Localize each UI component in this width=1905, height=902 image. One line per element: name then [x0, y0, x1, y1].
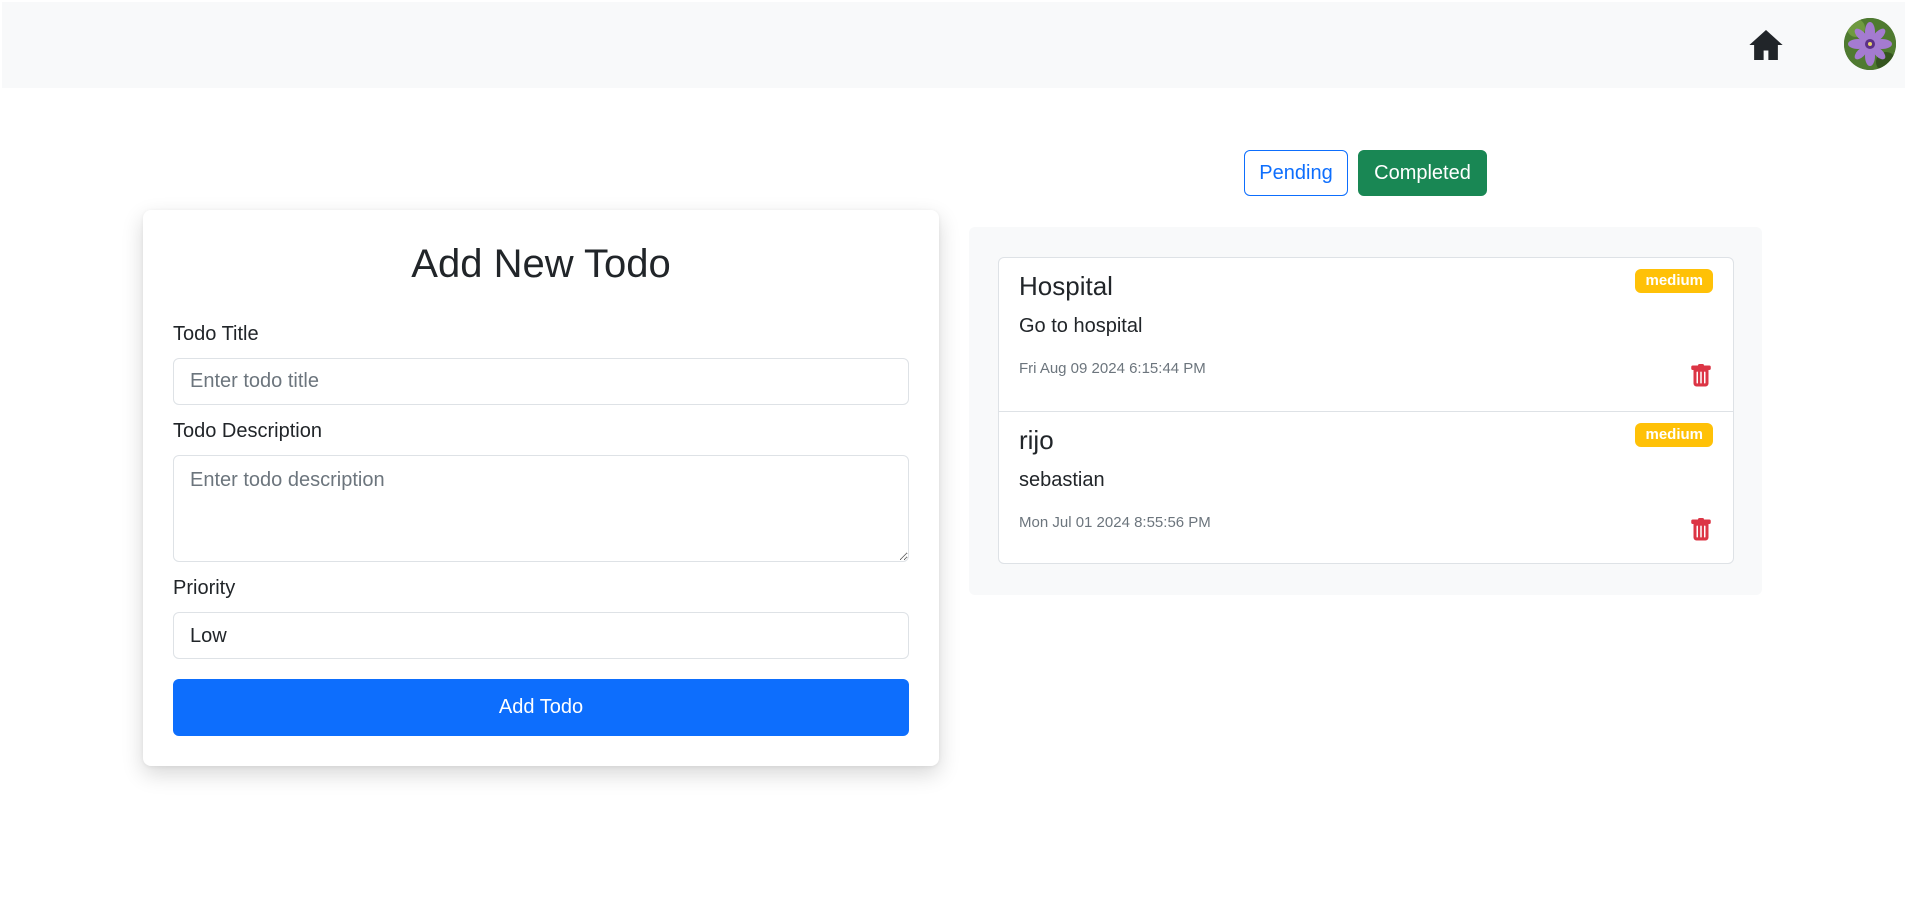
trash-icon [1691, 364, 1711, 387]
todo-title-input[interactable] [173, 358, 909, 405]
navbar [2, 2, 1905, 88]
completed-filter-button[interactable]: Completed [1358, 150, 1487, 196]
todo-description-label: Todo Description [173, 420, 322, 442]
todo-item-title: rijo [1019, 425, 1054, 455]
todo-list-panel: Hospital medium Go to hospital Fri Aug 0… [969, 227, 1762, 595]
priority-select[interactable]: Low [173, 612, 909, 659]
trash-icon [1691, 518, 1711, 541]
home-icon[interactable] [1747, 26, 1785, 64]
todo-item-description: Go to hospital [1019, 315, 1143, 337]
priority-label: Priority [173, 577, 236, 599]
delete-todo-button[interactable] [1689, 364, 1713, 388]
todo-item-date: Mon Jul 01 2024 8:55:56 PM [1019, 514, 1211, 531]
flower-avatar-image [1844, 18, 1896, 70]
house-icon [1749, 29, 1783, 61]
add-todo-button[interactable]: Add Todo [173, 679, 909, 736]
todo-item: Hospital medium Go to hospital Fri Aug 0… [999, 258, 1733, 411]
todo-description-input[interactable] [173, 455, 909, 562]
priority-badge: medium [1635, 269, 1713, 293]
todo-list: Hospital medium Go to hospital Fri Aug 0… [998, 257, 1734, 564]
todo-item: rijo medium sebastian Mon Jul 01 2024 8:… [999, 411, 1733, 564]
priority-badge: medium [1635, 423, 1713, 447]
avatar[interactable] [1844, 18, 1896, 70]
todo-title-label: Todo Title [173, 323, 259, 345]
form-title: Add New Todo [411, 242, 671, 286]
pending-filter-button[interactable]: Pending [1244, 150, 1348, 196]
todo-item-description: sebastian [1019, 469, 1105, 491]
delete-todo-button[interactable] [1689, 518, 1713, 542]
todo-item-date: Fri Aug 09 2024 6:15:44 PM [1019, 360, 1206, 377]
add-todo-form: Add New Todo Todo Title Todo Description… [143, 210, 939, 766]
todo-item-title: Hospital [1019, 271, 1113, 301]
